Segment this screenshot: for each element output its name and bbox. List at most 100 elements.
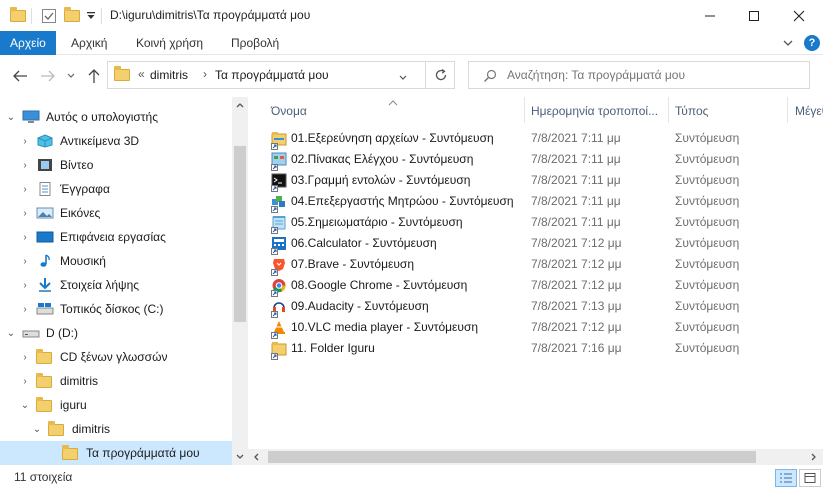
- scroll-up-icon[interactable]: [235, 101, 245, 109]
- column-header-date-modified[interactable]: Ημερομηνία τροποποί...: [531, 101, 658, 121]
- nav-item-6[interactable]: › Μουσική: [0, 249, 232, 273]
- nav-item-8[interactable]: › Τοπικός δίσκος (C:): [0, 297, 232, 321]
- chevron-right-icon[interactable]: ›: [18, 208, 32, 219]
- customize-toolbar-icon[interactable]: [86, 0, 96, 31]
- chevron-down-icon[interactable]: [781, 36, 795, 50]
- back-button[interactable]: [10, 66, 30, 86]
- column-divider[interactable]: [668, 97, 669, 123]
- folder-icon: [36, 397, 54, 412]
- new-folder-icon[interactable]: [64, 0, 80, 31]
- chevron-right-icon[interactable]: ›: [18, 232, 32, 243]
- chevron-right-icon[interactable]: ›: [18, 376, 32, 387]
- nav-item-2[interactable]: › Βίντεο: [0, 153, 232, 177]
- file-type: Συντόμευση: [675, 173, 740, 187]
- scroll-left-icon[interactable]: [252, 452, 260, 462]
- up-button[interactable]: [84, 66, 104, 86]
- chevron-right-icon[interactable]: ›: [18, 352, 32, 363]
- refresh-button[interactable]: [425, 61, 455, 89]
- nav-item-7[interactable]: › Στοιχεία λήψης: [0, 273, 232, 297]
- scroll-down-icon[interactable]: [235, 453, 245, 461]
- file-row[interactable]: 11. Folder Iguru 7/8/2021 7:16 μμ Συντόμευ…: [268, 338, 823, 360]
- file-row[interactable]: 02.Πίνακας Ελέγχου - Συντόμευση 7/8/2021 …: [268, 149, 823, 171]
- tab-file[interactable]: Αρχείο: [0, 31, 56, 55]
- file-row[interactable]: 06.Calculator - Συντόμευση 7/8/2021 7:12 …: [268, 233, 823, 255]
- chevron-right-icon[interactable]: ›: [18, 256, 32, 267]
- nav-item-5[interactable]: › Επιφάνεια εργασίας: [0, 225, 232, 249]
- forward-button[interactable]: [38, 66, 58, 86]
- details-view-button[interactable]: [775, 469, 797, 487]
- pictures-icon: [36, 206, 54, 220]
- tab-home[interactable]: Αρχική: [71, 31, 107, 55]
- nav-item-9[interactable]: ⌄ D (D:): [0, 321, 232, 345]
- file-date-modified: 7/8/2021 7:11 μμ: [531, 173, 621, 187]
- chevron-right-icon[interactable]: ›: [18, 280, 32, 291]
- help-icon[interactable]: ?: [804, 35, 820, 51]
- status-bar: 11 στοιχεία: [0, 465, 823, 489]
- maximize-button[interactable]: [731, 0, 777, 31]
- window-title: D:\iguru\dimitris\Τα προγράμματά μου: [110, 8, 311, 22]
- 3d-objects-icon: [36, 134, 54, 148]
- shortcut-arrow-icon: [271, 328, 278, 339]
- horizontal-scrollbar-thumb[interactable]: [268, 451, 756, 463]
- minimize-button[interactable]: [687, 0, 733, 31]
- chevron-down-icon[interactable]: ⌄: [30, 424, 44, 435]
- address-bar[interactable]: « dimitris › Τα προγράμματά μου: [107, 61, 455, 89]
- search-box[interactable]: [468, 61, 810, 89]
- chevron-down-icon[interactable]: ⌄: [4, 112, 18, 123]
- file-row[interactable]: 08.Google Chrome - Συντόμευση 7/8/2021 7:…: [268, 275, 823, 297]
- recent-locations-chevron-icon[interactable]: [64, 66, 78, 86]
- nav-scrollbar-thumb[interactable]: [234, 146, 246, 322]
- column-divider[interactable]: [787, 97, 788, 123]
- file-row[interactable]: 04.Επεξεργαστής Μητρώου - Συντόμευση 7/8/…: [268, 191, 823, 213]
- shortcut-arrow-icon: [271, 286, 278, 297]
- nav-item-3[interactable]: › Έγγραφα: [0, 177, 232, 201]
- folder-icon: [62, 445, 80, 460]
- file-row[interactable]: 03.Γραμμή εντολών - Συντόμευση 7/8/2021 7…: [268, 170, 823, 192]
- nav-item-1[interactable]: › Αντικείμενα 3D: [0, 129, 232, 153]
- properties-icon[interactable]: [41, 0, 57, 31]
- large-icons-view-button[interactable]: [799, 469, 821, 487]
- tab-share[interactable]: Κοινή χρήση: [136, 31, 203, 55]
- chevron-right-icon[interactable]: ›: [18, 136, 32, 147]
- nav-item-14[interactable]: Τα προγράμματά μου: [0, 441, 232, 465]
- tab-view[interactable]: Προβολή: [231, 31, 279, 55]
- video-icon: [36, 158, 54, 172]
- chevron-down-icon[interactable]: ⌄: [4, 328, 18, 339]
- chevron-right-icon[interactable]: ›: [18, 184, 32, 195]
- column-header-size[interactable]: Μέγεθ: [795, 101, 823, 121]
- nav-item-11[interactable]: › dimitris: [0, 369, 232, 393]
- sort-ascending-icon: [388, 95, 398, 109]
- folder-icon: [48, 421, 66, 436]
- file-row[interactable]: 05.Σημειωματάριο - Συντόμευση 7/8/2021 7:…: [268, 212, 823, 234]
- folder-icon: [10, 0, 26, 31]
- scroll-right-icon[interactable]: [810, 452, 818, 462]
- breadcrumb-dimitris[interactable]: dimitris: [150, 68, 188, 82]
- file-date-modified: 7/8/2021 7:16 μμ: [531, 341, 622, 355]
- column-header-type[interactable]: Τύπος: [675, 101, 708, 121]
- file-row[interactable]: 01.Εξερεύνηση αρχείων - Συντόμευση 7/8/20…: [268, 128, 823, 150]
- file-type: Συντόμευση: [675, 236, 740, 250]
- chevron-right-icon[interactable]: ›: [18, 304, 32, 315]
- shortcut-arrow-icon: [271, 265, 278, 276]
- nav-item-12[interactable]: ⌄ iguru: [0, 393, 232, 417]
- search-icon: [484, 69, 497, 82]
- nav-item-label: CD ξένων γλωσσών: [60, 350, 168, 364]
- nav-item-0[interactable]: ⌄ Αυτός ο υπολογιστής: [0, 105, 232, 129]
- breadcrumb-overflow[interactable]: «: [138, 67, 145, 81]
- column-divider[interactable]: [524, 97, 525, 123]
- file-row[interactable]: 10.VLC media player - Συντόμευση 7/8/2021…: [268, 317, 823, 339]
- nav-item-4[interactable]: › Εικόνες: [0, 201, 232, 225]
- chevron-down-icon[interactable]: ⌄: [18, 400, 32, 411]
- file-row[interactable]: 09.Audacity - Συντόμευση 7/8/2021 7:13 μμ…: [268, 296, 823, 318]
- file-row[interactable]: 07.Brave - Συντόμευση 7/8/2021 7:12 μμ Συν…: [268, 254, 823, 276]
- search-input[interactable]: [507, 67, 797, 83]
- nav-item-13[interactable]: ⌄ dimitris: [0, 417, 232, 441]
- column-header-name[interactable]: Όνομα: [271, 101, 307, 121]
- close-button[interactable]: [776, 0, 822, 31]
- file-name: 05.Σημειωματάριο - Συντόμευση: [291, 215, 463, 229]
- breadcrumb-current[interactable]: Τα προγράμματά μου: [215, 68, 329, 82]
- vlc-icon: [271, 320, 287, 339]
- address-dropdown-chevron-icon[interactable]: [398, 71, 408, 85]
- chevron-right-icon[interactable]: ›: [18, 160, 32, 171]
- nav-item-10[interactable]: › CD ξένων γλωσσών: [0, 345, 232, 369]
